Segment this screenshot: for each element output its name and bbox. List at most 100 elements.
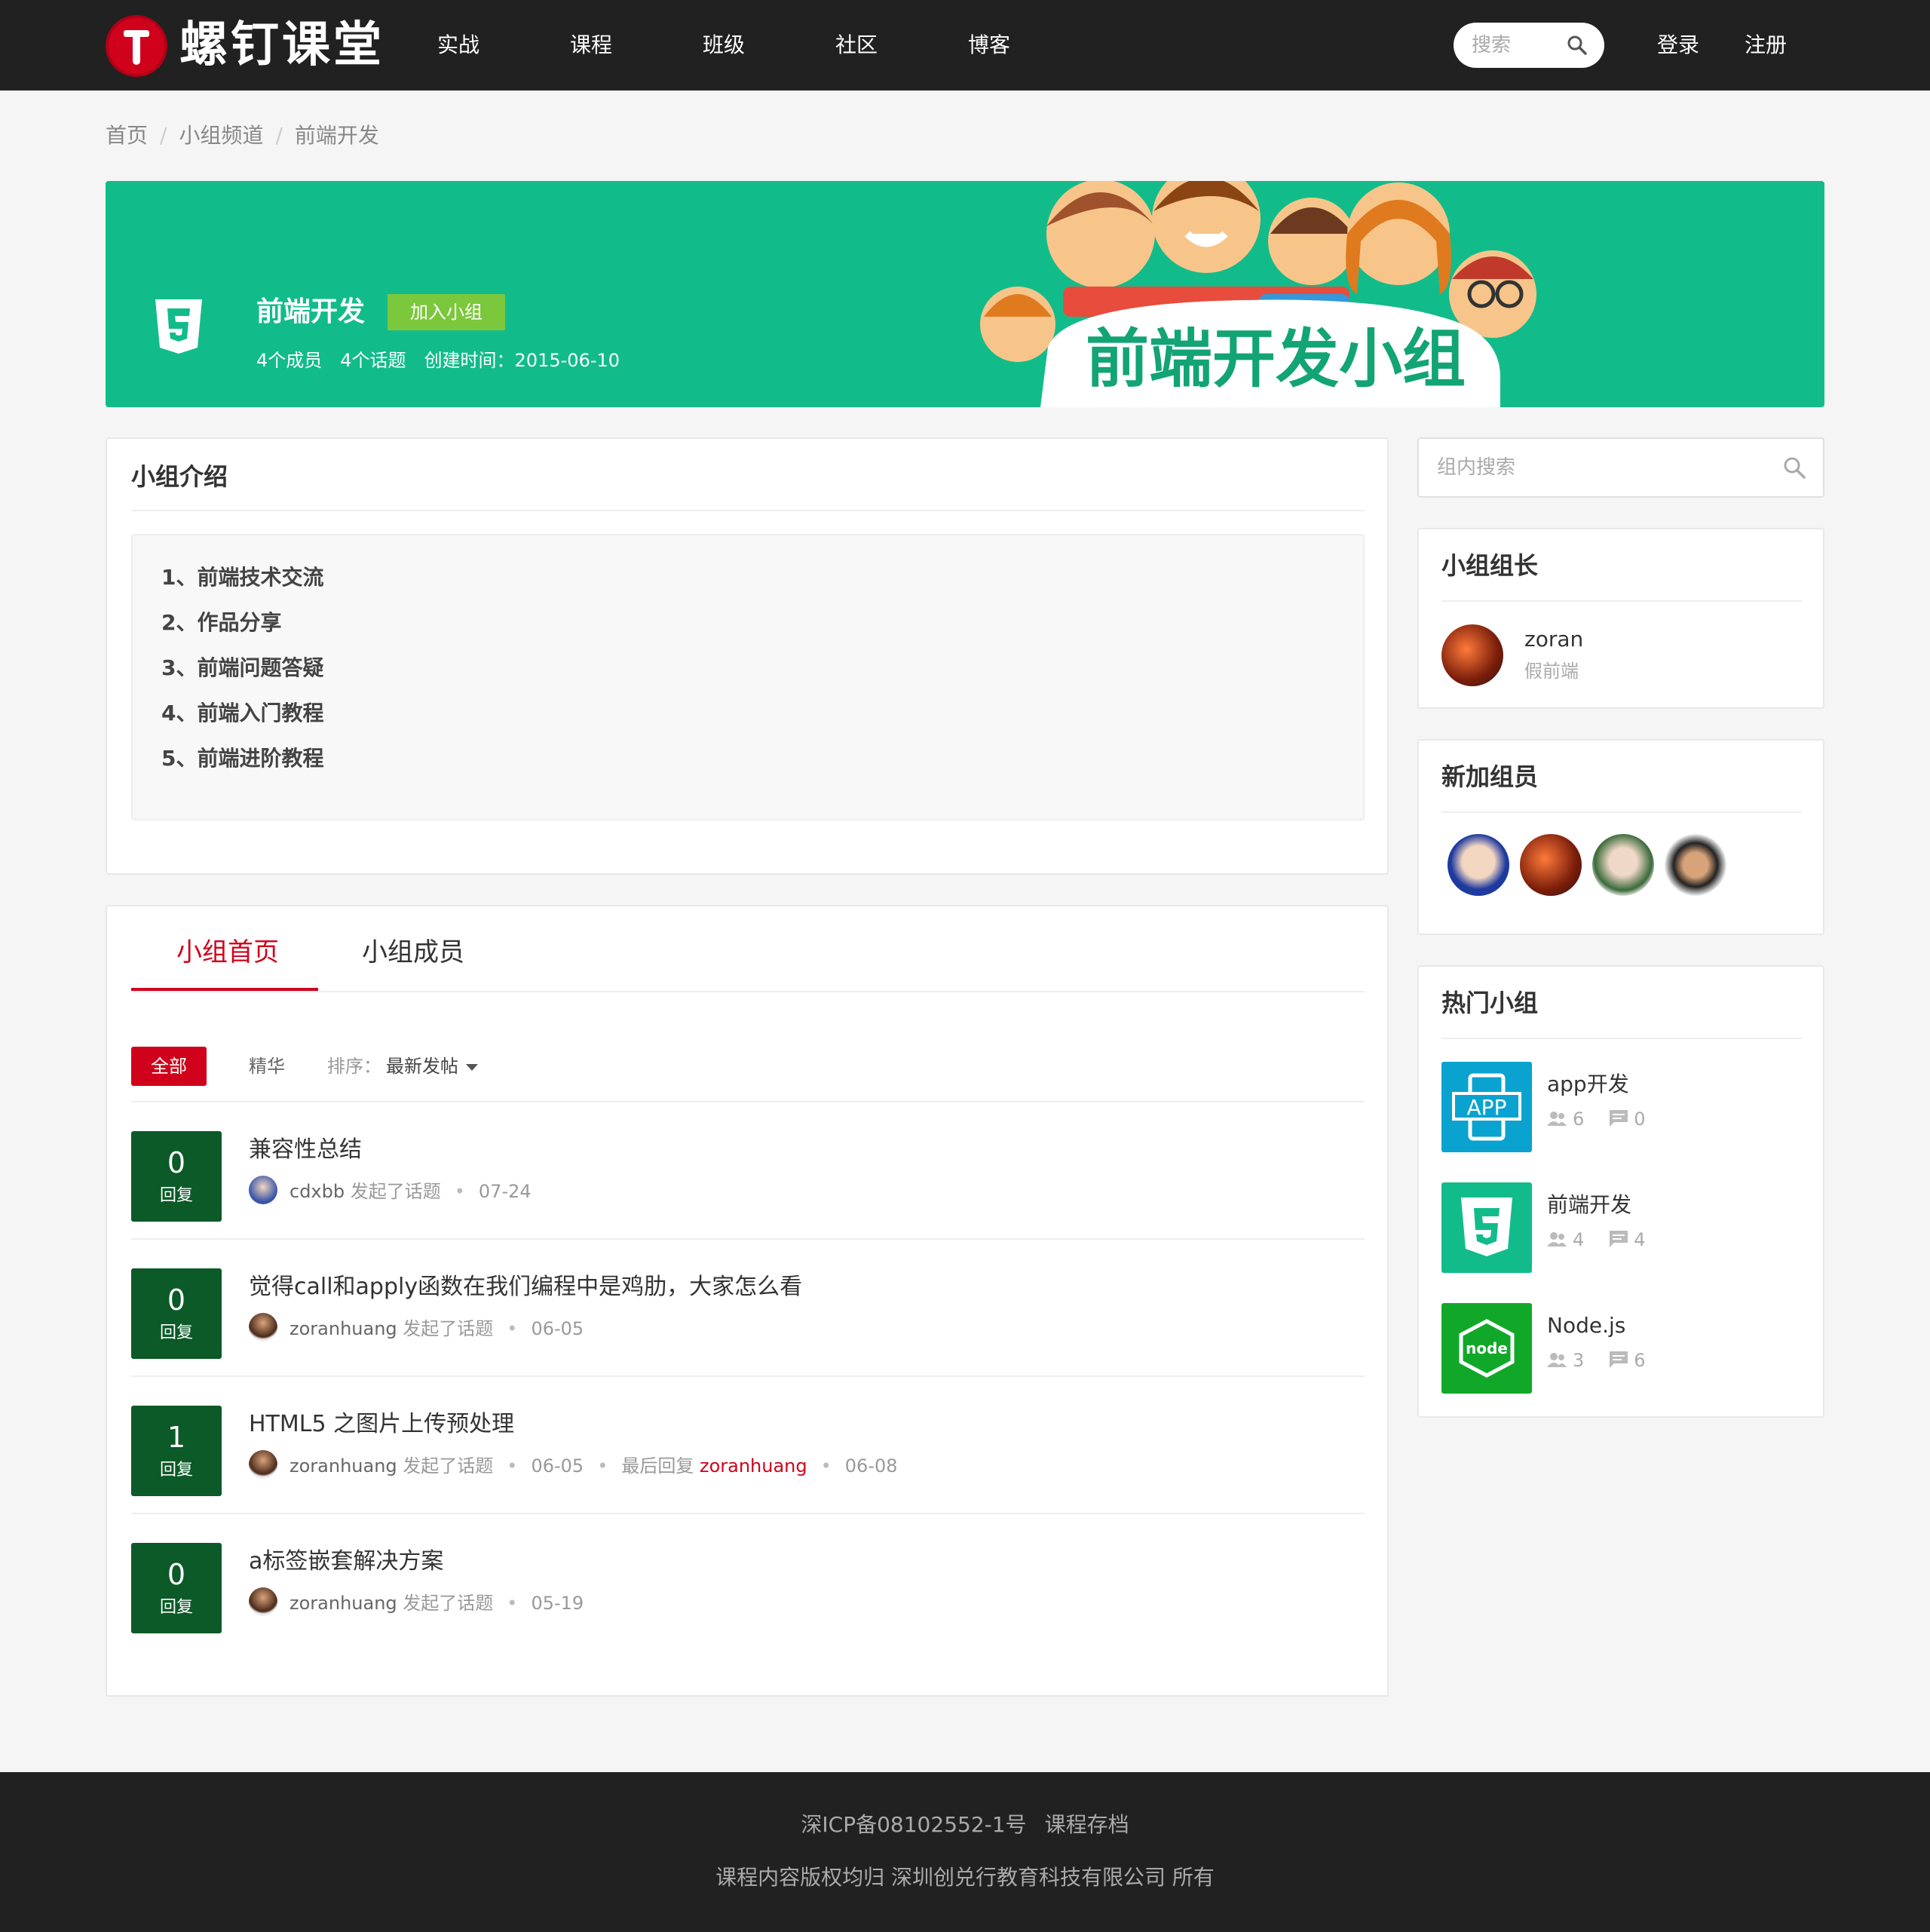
topic-title[interactable]: HTML5 之图片上传预处理	[249, 1407, 514, 1442]
topic-count: 0	[1634, 1109, 1646, 1130]
users-icon	[1547, 1353, 1567, 1367]
avatar[interactable]	[1448, 834, 1509, 896]
new-members-card: 新加组员	[1417, 739, 1824, 935]
users-icon	[1547, 1232, 1567, 1247]
breadcrumb-home[interactable]: 首页	[106, 123, 148, 148]
group-topics-card: 小组首页 小组成员 全部 精华 排序： 最新发帖 0 回复 兼容性总结 cdxbb…	[106, 905, 1389, 1697]
html5-icon	[1461, 1198, 1512, 1256]
breadcrumb-current: 前端开发	[294, 123, 379, 148]
topic-row[interactable]: 0 回复 觉得call和apply函数在我们编程中是鸡肋，大家怎么看 zoranh…	[107, 1240, 1389, 1377]
filter-all-button[interactable]: 全部	[131, 1047, 207, 1086]
comment-icon	[1610, 1110, 1628, 1127]
leader-section-title: 小组组长	[1441, 551, 1539, 580]
tab-group-home[interactable]: 小组首页	[176, 934, 279, 971]
topic-action: 发起了话题	[350, 1181, 441, 1202]
hot-group-stats: 36	[1547, 1347, 1646, 1374]
logo-text[interactable]: 螺钉课堂	[179, 17, 384, 74]
reply-count-box: 0 回复	[131, 1268, 222, 1359]
caret-down-icon	[466, 1063, 478, 1071]
nodejs-icon: node	[1459, 1319, 1515, 1378]
nav-item-blog[interactable]: 博客	[968, 29, 1010, 62]
avatar[interactable]	[1520, 834, 1582, 896]
filter-featured[interactable]: 精华	[249, 1053, 285, 1080]
nav-search-box	[1454, 23, 1604, 68]
register-link[interactable]: 注册	[1745, 29, 1787, 62]
leader-role: 假前端	[1524, 661, 1579, 682]
member-count: 3	[1573, 1350, 1585, 1371]
hot-group-name[interactable]: Node.js	[1547, 1311, 1625, 1341]
intro-item: 2、作品分享	[161, 610, 282, 635]
reply-count-box: 0 回复	[131, 1543, 222, 1633]
topic-date: 07-24	[478, 1181, 532, 1202]
reply-count: 0	[167, 1558, 186, 1591]
breadcrumb-separator: /	[160, 123, 167, 148]
reply-count: 1	[167, 1421, 186, 1454]
nav-search-input[interactable]	[1472, 30, 1562, 60]
avatar[interactable]	[249, 1450, 277, 1479]
member-count: 4个成员	[256, 350, 323, 371]
topic-row[interactable]: 0 回复 a标签嵌套解决方案 zoranhuang 发起了话题 • 05-19	[107, 1514, 1389, 1651]
group-meta: 4个成员 4个话题 创建时间：2015-06-10	[256, 347, 638, 374]
topic-action: 发起了话题	[403, 1455, 494, 1477]
app-dev-group-icon[interactable]: APP	[1441, 1062, 1532, 1152]
login-link[interactable]: 登录	[1657, 29, 1699, 62]
reply-label: 回复	[159, 1186, 193, 1205]
join-group-button[interactable]: 加入小组	[388, 294, 505, 330]
divider	[1441, 1038, 1802, 1039]
logo-icon[interactable]	[106, 15, 167, 77]
nav-item-courses[interactable]: 课程	[570, 29, 612, 62]
nav-item-classes[interactable]: 班级	[703, 29, 745, 62]
topic-title[interactable]: 觉得call和apply函数在我们编程中是鸡肋，大家怎么看	[249, 1270, 802, 1305]
reply-count: 0	[167, 1146, 186, 1179]
topic-title[interactable]: a标签嵌套解决方案	[249, 1544, 443, 1579]
group-search-box	[1417, 437, 1824, 498]
reply-label: 回复	[159, 1323, 193, 1342]
search-icon[interactable]	[1782, 455, 1806, 480]
breadcrumb-group-channel[interactable]: 小组频道	[179, 123, 263, 148]
footer-copyright: 课程内容版权均归 深圳创兑行教育科技有限公司 所有	[715, 1865, 1215, 1890]
topic-count: 6	[1634, 1350, 1646, 1371]
nav-item-shizhan[interactable]: 实战	[437, 29, 479, 62]
icp-link[interactable]: 深ICP备08102552-1号	[801, 1812, 1026, 1837]
sort-label: 排序：	[327, 1056, 381, 1077]
tab-group-members[interactable]: 小组成员	[362, 934, 464, 971]
topic-row[interactable]: 1 回复 HTML5 之图片上传预处理 zoranhuang 发起了话题 • 06-0…	[107, 1377, 1389, 1514]
avatar[interactable]	[249, 1587, 277, 1616]
divider	[131, 991, 1365, 992]
intro-item: 4、前端入门教程	[161, 701, 324, 725]
sort-dropdown[interactable]: 最新发帖	[386, 1053, 478, 1080]
reply-label: 回复	[159, 1461, 193, 1480]
avatar[interactable]	[249, 1176, 277, 1204]
search-icon[interactable]	[1567, 35, 1588, 56]
top-navbar: 螺钉课堂 实战 课程 班级 社区 博客 登录 注册	[0, 0, 1930, 90]
comment-icon	[1610, 1351, 1628, 1368]
intro-content: 1、前端技术交流 2、作品分享 3、前端问题答疑 4、前端入门教程 5、前端进阶…	[131, 534, 1365, 820]
avatar[interactable]	[249, 1313, 277, 1342]
avatar[interactable]	[1592, 834, 1654, 896]
hot-group-name[interactable]: app开发	[1547, 1069, 1629, 1099]
hot-groups-card: 热门小组 APP app开发 60 前端开发 44 node Node.js 3…	[1417, 965, 1824, 1418]
nodejs-group-icon[interactable]: node	[1441, 1303, 1532, 1394]
last-reply-date: 06-08	[844, 1455, 898, 1477]
last-reply-user[interactable]: zoranhuang	[700, 1455, 807, 1477]
topic-meta: zoranhuang 发起了话题 • 06-05	[249, 1313, 584, 1344]
avatar[interactable]	[1441, 624, 1503, 686]
leader-name[interactable]: zoran	[1524, 624, 1583, 655]
frontend-group-icon[interactable]	[1441, 1182, 1532, 1273]
hot-group-name[interactable]: 前端开发	[1547, 1190, 1631, 1220]
topic-author[interactable]: zoranhuang	[290, 1593, 397, 1614]
nav-item-community[interactable]: 社区	[835, 29, 878, 62]
avatar[interactable]	[1665, 834, 1726, 896]
footer-links: 深ICP备08102552-1号 课程存档	[0, 1810, 1930, 1840]
reply-count-box: 0 回复	[131, 1131, 222, 1222]
topic-row[interactable]: 0 回复 兼容性总结 cdxbb 发起了话题 • 07-24	[107, 1102, 1389, 1240]
topic-author[interactable]: cdxbb	[290, 1181, 345, 1202]
topic-author[interactable]: zoranhuang	[290, 1455, 397, 1477]
users-icon	[1547, 1112, 1567, 1126]
group-search-input[interactable]	[1437, 452, 1754, 483]
topic-date: 06-05	[531, 1455, 584, 1477]
topic-title[interactable]: 兼容性总结	[249, 1133, 362, 1167]
course-archive-link[interactable]: 课程存档	[1045, 1812, 1129, 1837]
topic-author[interactable]: zoranhuang	[290, 1318, 397, 1339]
group-name: 前端开发	[256, 296, 366, 327]
